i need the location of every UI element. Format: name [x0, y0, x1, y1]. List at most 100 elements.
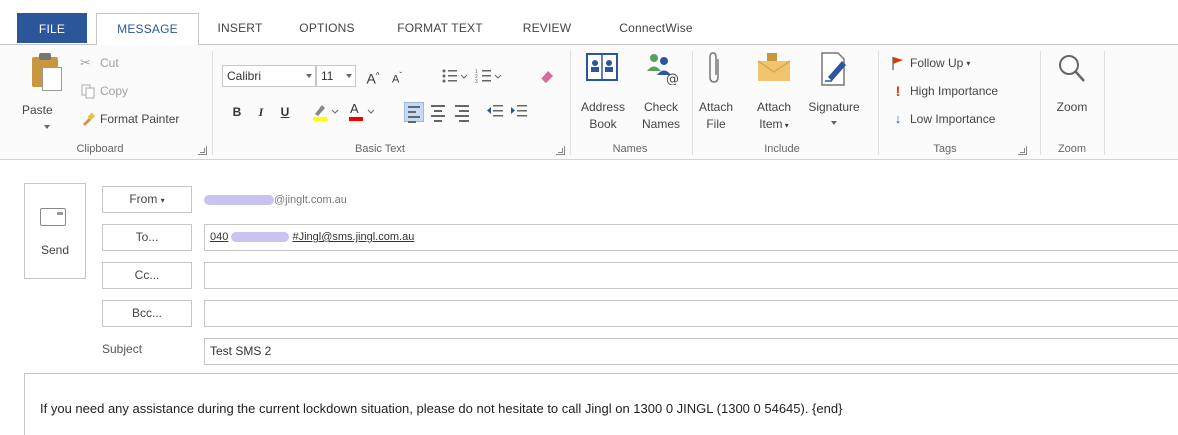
decrease-indent-button[interactable] — [484, 102, 506, 122]
chevron-down-icon: ▾ — [160, 196, 165, 205]
bold-button[interactable]: B — [226, 101, 248, 123]
follow-up-button[interactable]: Follow Up ▾ — [890, 53, 970, 73]
indent-icon — [511, 105, 527, 117]
paperclip-icon — [709, 52, 719, 83]
underline-button[interactable]: U — [274, 101, 296, 123]
group-divider — [212, 51, 213, 155]
from-button[interactable]: From ▾ — [102, 186, 192, 213]
tab-format-text[interactable]: FORMAT TEXT — [388, 13, 492, 43]
font-name-select[interactable]: Calibri — [222, 65, 316, 87]
clipboard-group-label: Clipboard — [76, 143, 124, 155]
tab-insert[interactable]: INSERT — [210, 13, 270, 43]
tab-connectwise[interactable]: ConnectWise — [606, 13, 706, 43]
message-body[interactable]: If you need any assistance during the cu… — [24, 373, 1178, 435]
bcc-field[interactable] — [204, 300, 1178, 327]
align-left-button[interactable] — [404, 102, 424, 123]
format-painter-button[interactable]: Format Painter — [80, 109, 179, 129]
chevron-down-icon — [367, 109, 375, 114]
clipboard-dialog-launcher[interactable] — [198, 146, 207, 155]
magnifier-icon — [1059, 55, 1085, 82]
chevron-down-icon: ▾ — [966, 58, 971, 68]
cc-field[interactable] — [204, 262, 1178, 289]
font-size-select[interactable]: 11 — [316, 65, 356, 87]
eraser-icon — [540, 71, 553, 83]
high-importance-label: High Importance — [910, 84, 999, 98]
bullets-button[interactable] — [440, 66, 470, 86]
highlighter-icon — [313, 105, 339, 121]
address-book-button[interactable]: Address Book — [574, 49, 632, 139]
basic-text-dialog-launcher[interactable] — [556, 146, 565, 155]
attach-item-label-line2: Item ▾ — [748, 116, 800, 134]
attach-item-button[interactable]: Attach Item ▾ — [748, 49, 800, 139]
signature-icon — [821, 52, 846, 86]
tab-options[interactable]: OPTIONS — [290, 13, 364, 43]
low-importance-button[interactable]: ↓ Low Importance — [890, 109, 996, 129]
font-name-value: Calibri — [227, 69, 262, 83]
send-label: Send — [40, 243, 70, 257]
group-divider — [692, 51, 693, 155]
tab-message[interactable]: MESSAGE — [96, 13, 199, 45]
svg-text:@: @ — [666, 72, 679, 85]
to-field[interactable]: 040 #Jingl@sms.jingl.com.au — [204, 224, 1178, 251]
chevron-down-icon — [831, 121, 837, 125]
address-book-icon — [586, 53, 618, 81]
chevron-down-icon — [346, 74, 352, 78]
group-divider — [1104, 51, 1105, 155]
signature-button[interactable]: Signature — [802, 49, 866, 139]
svg-text:3: 3 — [475, 79, 478, 85]
address-book-label-line1: Address — [580, 100, 626, 114]
check-names-button[interactable]: @ Check Names — [632, 49, 690, 139]
group-divider — [570, 51, 571, 155]
signature-label: Signature — [808, 100, 860, 114]
check-names-icon: @ — [647, 54, 679, 85]
chevron-down-icon: ▾ — [782, 121, 789, 130]
bullet-list-icon — [442, 69, 468, 83]
ribbon: Paste ✂ Cut Copy Format Painter Clipboar… — [0, 44, 1178, 160]
highlight-button[interactable] — [310, 101, 342, 123]
include-group-label: Include — [764, 143, 800, 155]
attach-file-label-line2: File — [706, 117, 726, 131]
outdent-icon — [487, 105, 503, 117]
numbered-list-icon: 123 — [475, 69, 502, 85]
cc-button[interactable]: Cc... — [102, 262, 192, 289]
paste-button[interactable]: Paste — [22, 51, 70, 131]
zoom-button[interactable]: Zoom — [1046, 49, 1098, 139]
align-right-button[interactable] — [452, 102, 472, 122]
attach-item-label-text: Item — [759, 117, 783, 131]
tags-group-label: Tags — [933, 143, 957, 155]
attach-item-label-line1: Attach — [756, 100, 792, 114]
tags-dialog-launcher[interactable] — [1018, 146, 1027, 155]
group-divider — [878, 51, 879, 155]
cut-button[interactable]: ✂ Cut — [80, 53, 119, 73]
increase-indent-button[interactable] — [508, 102, 530, 122]
format-painter-label: Format Painter — [100, 112, 180, 126]
scissors-icon: ✂ — [80, 55, 91, 70]
copy-button[interactable]: Copy — [80, 81, 128, 101]
bcc-button[interactable]: Bcc... — [102, 300, 192, 327]
chevron-down-icon — [44, 125, 50, 129]
font-color-button[interactable]: A — [346, 101, 378, 123]
zoom-group-label: Zoom — [1057, 143, 1087, 155]
low-importance-label: Low Importance — [910, 112, 996, 126]
tab-review[interactable]: REVIEW — [514, 13, 580, 43]
numbering-button[interactable]: 123 — [474, 66, 504, 86]
check-names-label-line2: Names — [641, 117, 680, 131]
to-button[interactable]: To... — [102, 224, 192, 251]
align-center-button[interactable] — [428, 102, 448, 122]
shrink-font-button[interactable]: Aˇ — [386, 65, 408, 87]
flag-icon — [890, 55, 906, 71]
grow-font-button[interactable]: A^ — [362, 65, 384, 87]
to-value-prefix: 040 — [210, 231, 229, 243]
attach-file-button[interactable]: Attach File — [696, 49, 736, 139]
send-button[interactable]: Send — [24, 183, 86, 279]
tab-file[interactable]: FILE — [17, 13, 87, 43]
subject-field[interactable]: Test SMS 2 — [204, 338, 1178, 365]
copy-label: Copy — [100, 84, 129, 98]
high-importance-button[interactable]: ! High Importance — [890, 81, 998, 101]
ribbon-tab-bar: FILE MESSAGE INSERT OPTIONS FORMAT TEXT … — [0, 0, 1178, 45]
group-divider — [1040, 51, 1041, 155]
paintbrush-icon — [80, 111, 96, 127]
clear-formatting-button[interactable] — [536, 65, 558, 87]
italic-button[interactable]: I — [250, 101, 272, 123]
from-button-label: From — [129, 192, 158, 206]
